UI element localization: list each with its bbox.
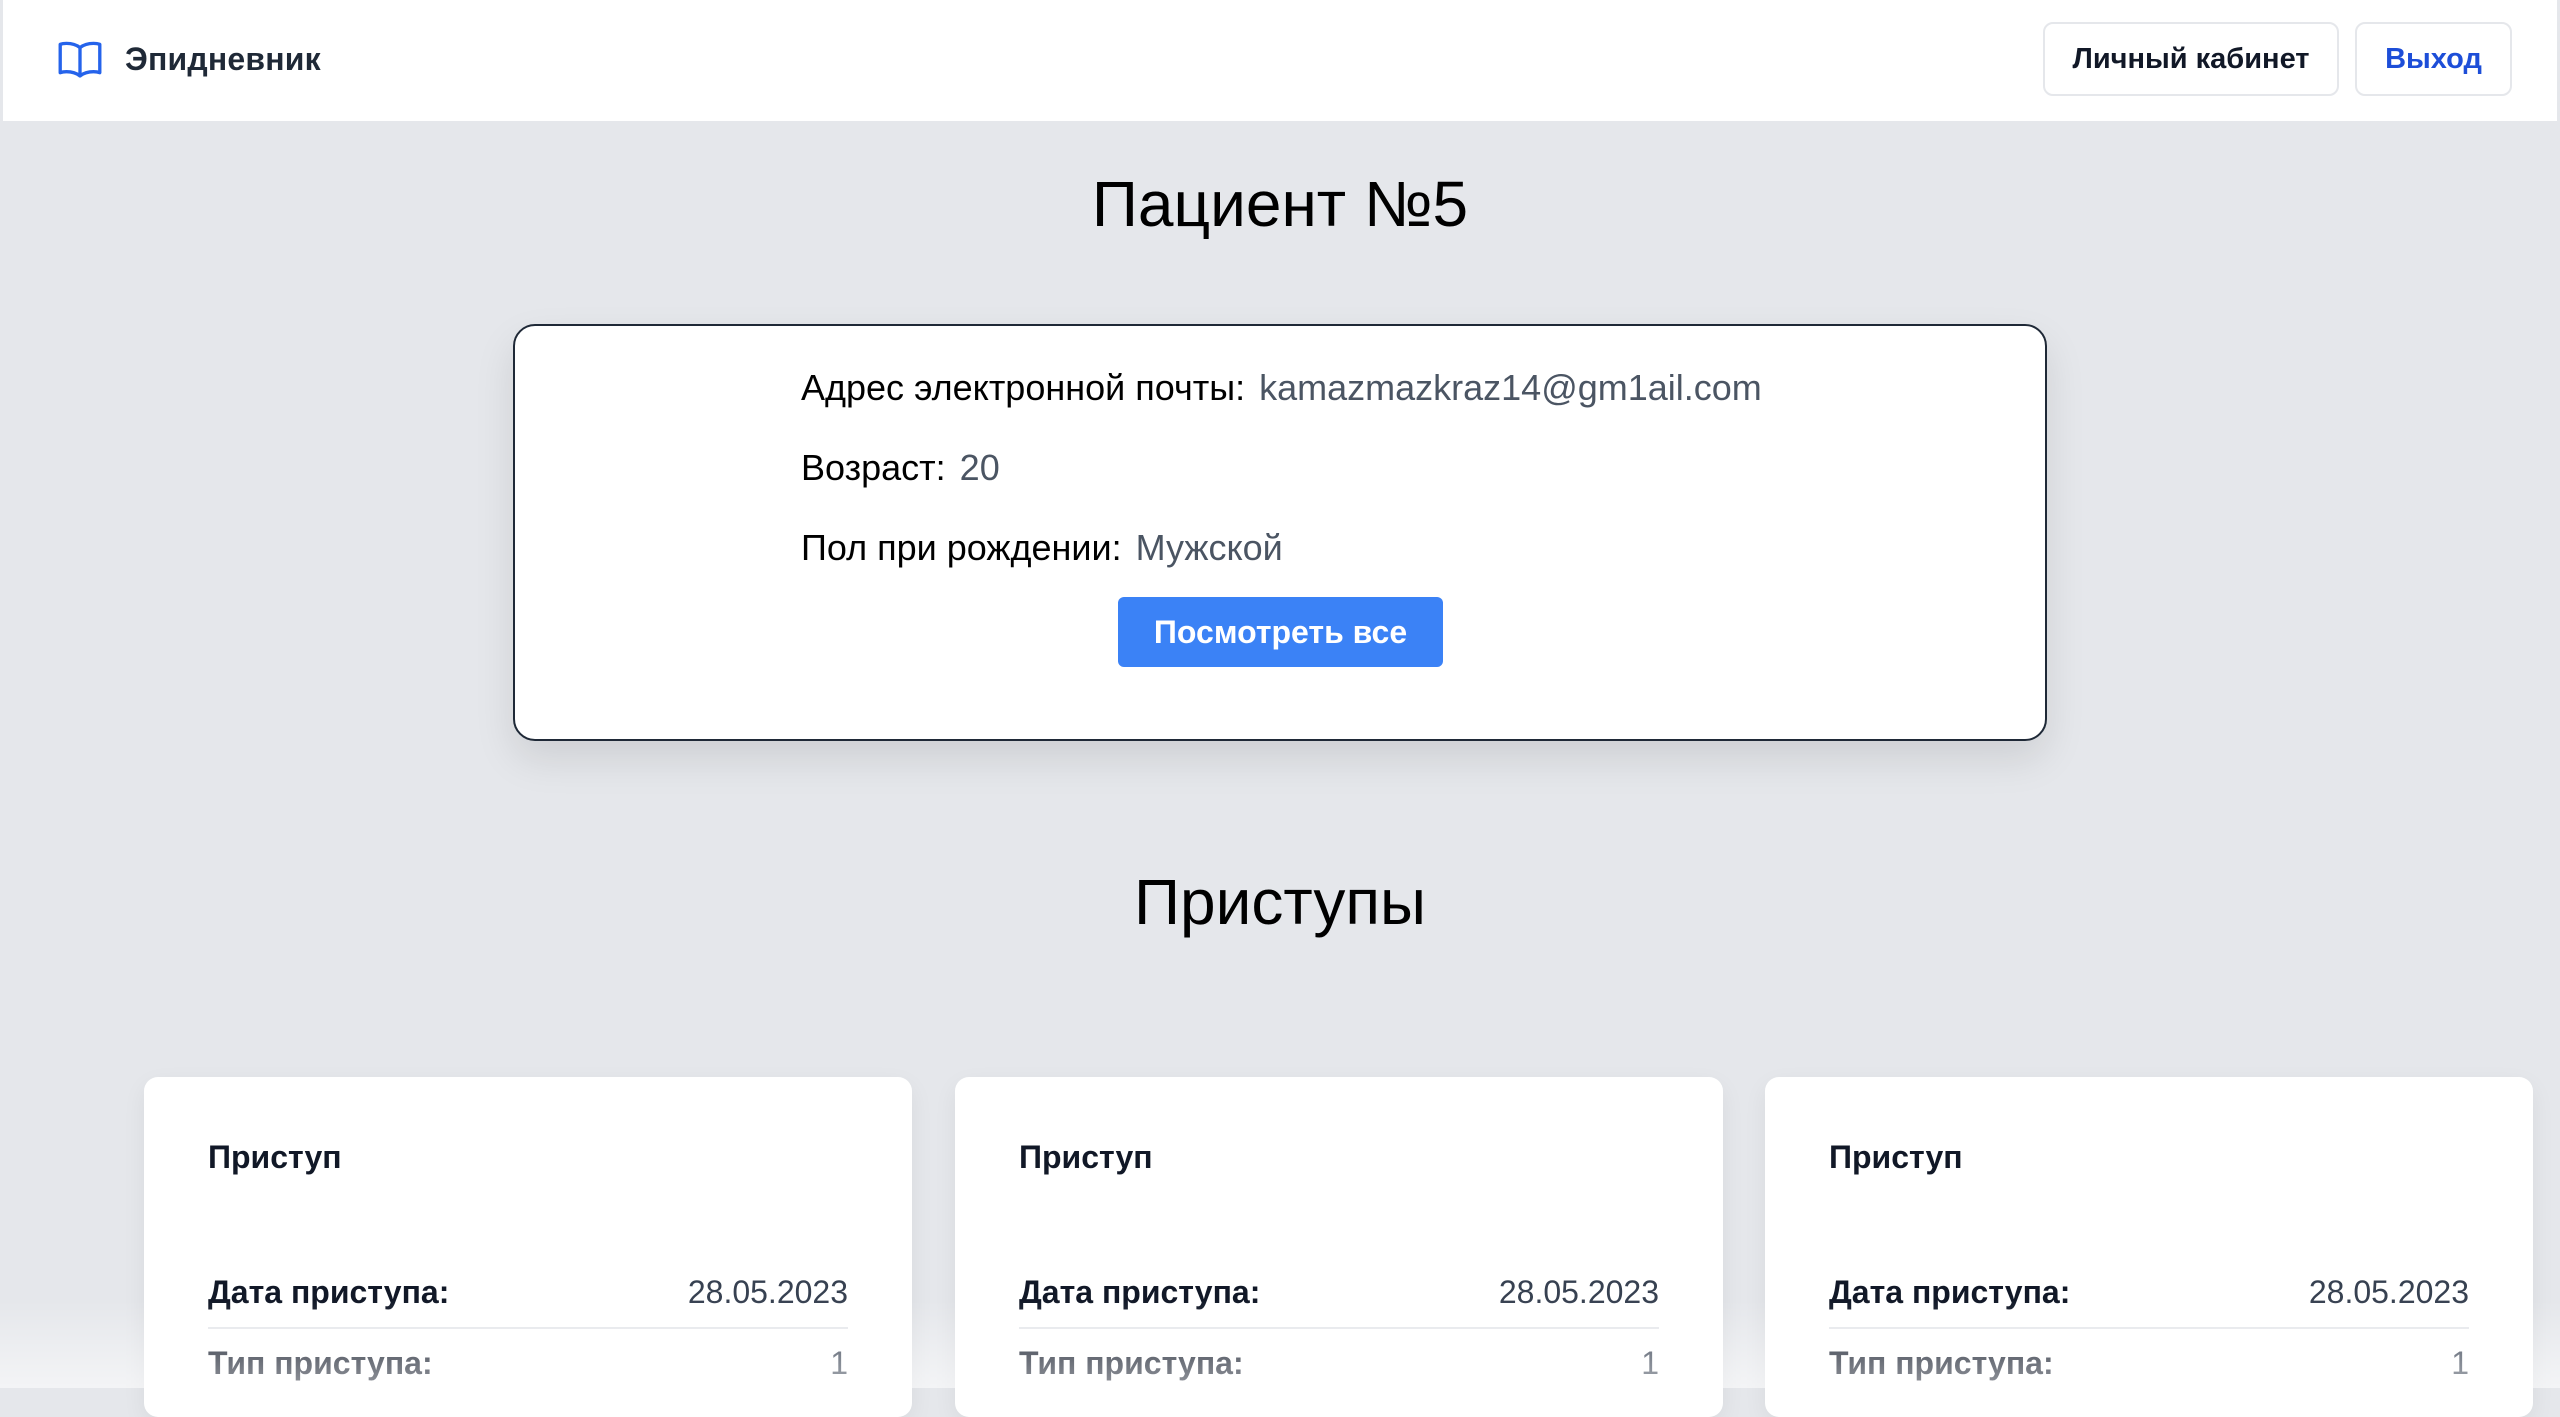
seizure-date-label: Дата приступа: <box>1019 1274 1261 1310</box>
age-label: Возраст: <box>801 447 946 488</box>
sex-value: Мужской <box>1135 527 1283 568</box>
seizure-card[interactable]: Приступ Дата приступа: 28.05.2023 Тип пр… <box>1765 1077 2533 1417</box>
seizure-date-row: Дата приступа: 28.05.2023 <box>1829 1272 2469 1312</box>
seizure-type-row: Тип приступа: 1 <box>1829 1343 2469 1383</box>
seizure-type-label: Тип приступа: <box>208 1345 433 1381</box>
divider <box>208 1327 848 1329</box>
top-navbar: Эпидневник Личный кабинет Выход <box>3 0 2557 121</box>
personal-cabinet-button[interactable]: Личный кабинет <box>2043 22 2339 96</box>
view-all-button[interactable]: Посмотреть все <box>1118 597 1443 667</box>
seizure-card[interactable]: Приступ Дата приступа: 28.05.2023 Тип пр… <box>955 1077 1723 1417</box>
divider <box>1019 1327 1659 1329</box>
seizure-type-value: 1 <box>2451 1345 2469 1381</box>
seizure-card-title: Приступ <box>1829 1139 1963 1175</box>
seizure-type-value: 1 <box>1641 1345 1659 1381</box>
email-row: Адрес электронной почты: kamazmazkraz14@g… <box>801 366 1762 410</box>
age-value: 20 <box>959 447 1000 488</box>
page-title: Пациент №5 <box>1091 168 1469 240</box>
sex-row: Пол при рождении: Мужской <box>801 526 1283 570</box>
seizure-card-title: Приступ <box>208 1139 342 1175</box>
seizure-date-label: Дата приступа: <box>1829 1274 2071 1310</box>
app-logo[interactable]: Эпидневник <box>55 34 321 84</box>
logout-button[interactable]: Выход <box>2355 22 2512 96</box>
seizure-date-row: Дата приступа: 28.05.2023 <box>208 1272 848 1312</box>
email-label: Адрес электронной почты: <box>801 367 1246 408</box>
email-value: kamazmazkraz14@gm1ail.com <box>1259 367 1762 408</box>
seizure-type-label: Тип приступа: <box>1829 1345 2054 1381</box>
seizure-date-value: 28.05.2023 <box>1498 1274 1659 1310</box>
seizure-type-label: Тип приступа: <box>1019 1345 1244 1381</box>
seizure-date-value: 28.05.2023 <box>2308 1274 2469 1310</box>
age-row: Возраст: 20 <box>801 446 1000 490</box>
seizure-type-row: Тип приступа: 1 <box>1019 1343 1659 1383</box>
patient-info-card: Адрес электронной почты: kamazmazkraz14@g… <box>513 324 2047 741</box>
seizure-date-row: Дата приступа: 28.05.2023 <box>1019 1272 1659 1312</box>
seizure-card[interactable]: Приступ Дата приступа: 28.05.2023 Тип пр… <box>144 1077 912 1417</box>
sex-label: Пол при рождении: <box>801 527 1122 568</box>
app-name: Эпидневник <box>125 40 321 77</box>
divider <box>1829 1327 2469 1329</box>
book-open-icon <box>55 34 105 84</box>
seizure-type-row: Тип приступа: 1 <box>208 1343 848 1383</box>
seizures-section-title: Приступы <box>1133 866 1427 938</box>
seizure-type-value: 1 <box>830 1345 848 1381</box>
seizure-card-title: Приступ <box>1019 1139 1153 1175</box>
seizure-date-label: Дата приступа: <box>208 1274 450 1310</box>
seizure-date-value: 28.05.2023 <box>687 1274 848 1310</box>
